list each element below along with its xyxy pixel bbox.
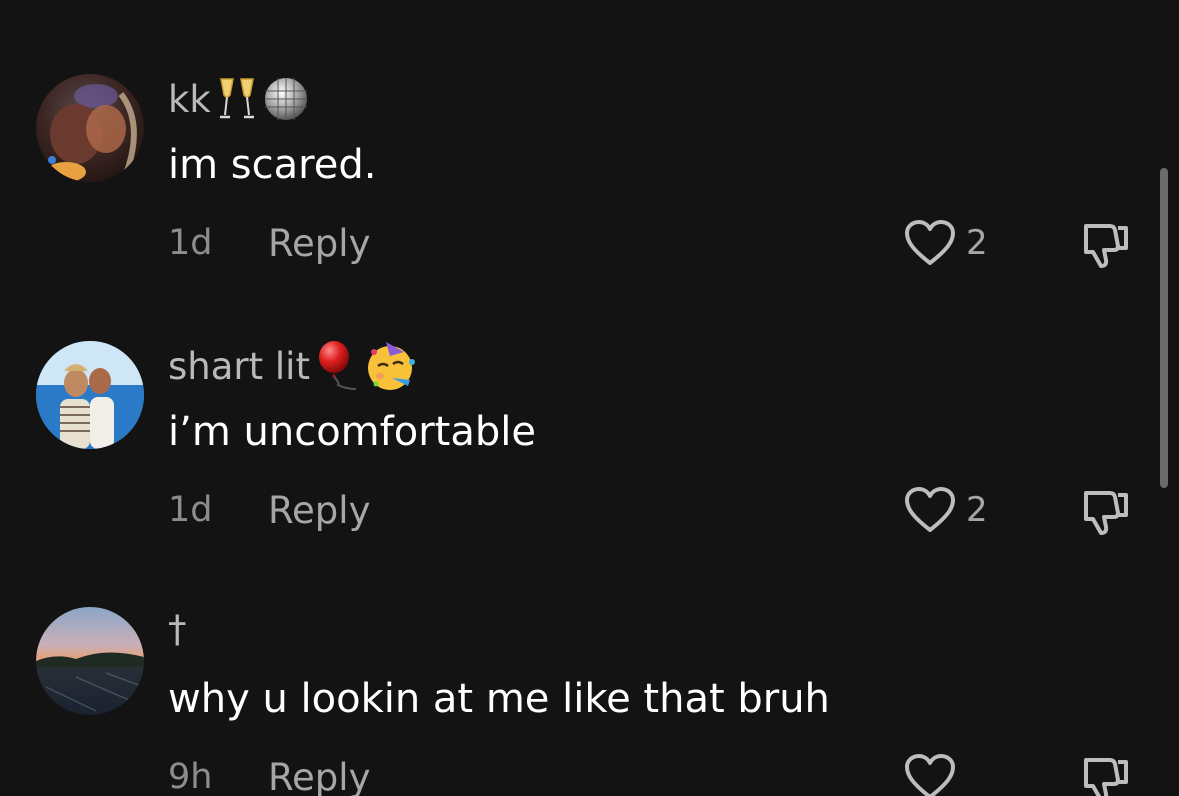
red-balloon-icon [316,341,360,391]
partying-face-icon [366,340,418,392]
username-text: † [168,607,187,651]
reply-button[interactable]: Reply [268,756,370,796]
dislike-icon[interactable] [1080,752,1132,796]
scrollbar[interactable] [1160,168,1168,488]
avatar-photo [36,341,144,449]
username-text: shart lit [168,344,310,388]
dislike-icon[interactable] [1080,485,1132,537]
comment-actions: 9h Reply [168,752,370,796]
heart-icon [905,487,955,532]
comment-text: why u lookin at me like that bruh [168,676,830,722]
like-button[interactable] [904,752,966,796]
like-count: 2 [966,490,988,530]
avatar-photo [36,607,144,715]
comments-screen: kk im scared. 1d Reply 2 shart lit i’m u… [0,0,1179,796]
heart-icon [905,754,955,796]
username[interactable]: † [168,604,187,654]
reply-button[interactable]: Reply [268,489,370,532]
comment-text: i’m uncomfortable [168,409,536,455]
avatar[interactable] [36,607,144,715]
username[interactable]: shart lit [168,341,418,391]
like-button[interactable]: 2 [904,485,988,535]
comment-actions: 1d Reply [168,485,370,535]
avatar[interactable] [36,341,144,449]
timestamp: 9h [168,757,213,796]
comment-item: † why u lookin at me like that bruh 9h R… [0,0,1150,796]
timestamp: 1d [168,490,213,530]
